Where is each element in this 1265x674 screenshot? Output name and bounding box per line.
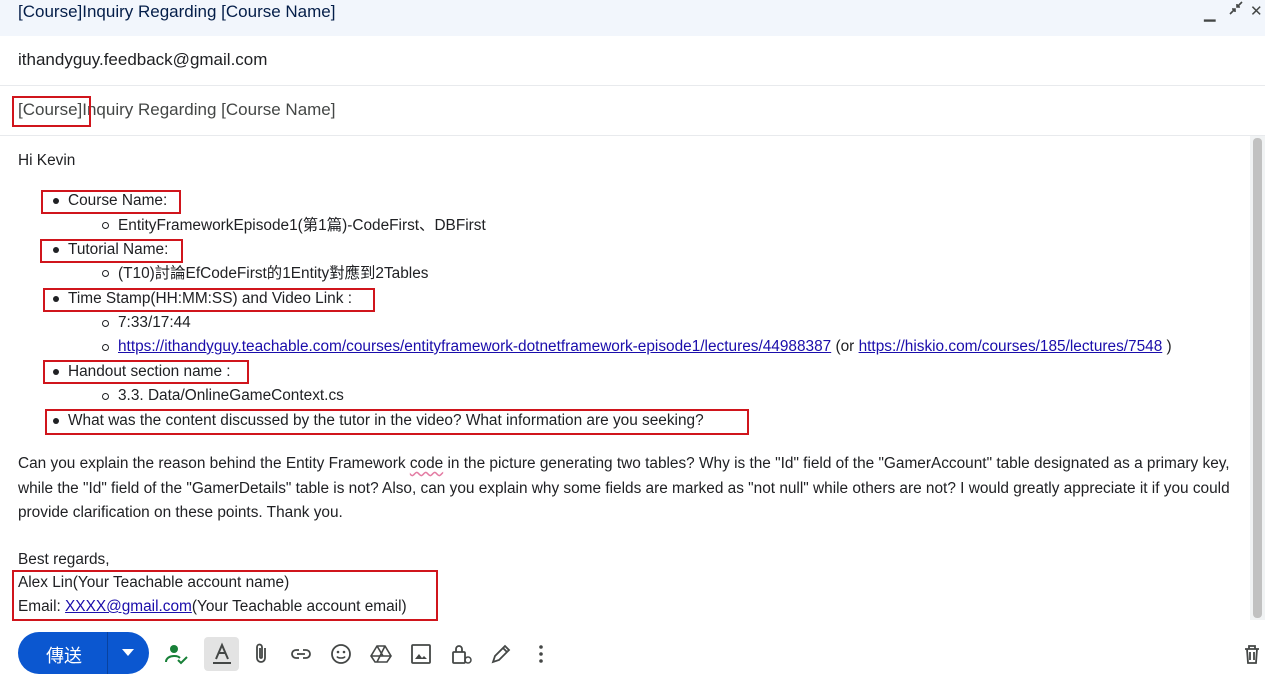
compose-title-bar: [Course]Inquiry Regarding [Course Name] …: [0, 0, 1265, 36]
message-body[interactable]: Hi Kevin Course Name: EntityFrameworkEpi…: [0, 136, 1250, 621]
item-handout-value: 3.3. Data/OnlineGameContext.cs: [118, 387, 344, 404]
window-title: [Course]Inquiry Regarding [Course Name]: [18, 2, 336, 21]
confidential-mode-icon[interactable]: [449, 642, 473, 666]
compose-toolbar: 傳送: [0, 620, 1265, 674]
send-button[interactable]: 傳送: [46, 642, 82, 668]
signature-pen-icon[interactable]: [489, 642, 513, 666]
body-scrollbar[interactable]: [1250, 136, 1265, 620]
hiskio-video-link[interactable]: https://hiskio.com/courses/185/lectures/…: [859, 338, 1163, 355]
question-paragraph: Can you explain the reason behind the En…: [18, 452, 1233, 526]
close-icon[interactable]: ✕: [1250, 0, 1263, 24]
send-button-group: 傳送: [18, 632, 149, 674]
google-drive-icon[interactable]: [369, 642, 393, 666]
send-divider: [107, 632, 108, 674]
more-options-icon[interactable]: [529, 642, 553, 666]
minimize-icon[interactable]: ▁: [1204, 2, 1216, 26]
insert-link-icon[interactable]: [289, 642, 313, 666]
sub-bullet-circle: [102, 344, 109, 351]
subject-rest: Inquiry Regarding [Course Name]: [82, 100, 336, 119]
link-end: ): [1162, 338, 1172, 355]
recipients-row[interactable]: ithandyguy.feedback@gmail.com: [0, 36, 1265, 86]
sub-bullet-circle: [102, 393, 109, 400]
insert-photo-icon[interactable]: [409, 642, 433, 666]
item-tutorial-name-value: (T10)討論EfCodeFirst的1Entity對應到2Tables: [118, 265, 429, 282]
sub-bullet-circle: [102, 270, 109, 277]
sub-bullet-circle: [102, 222, 109, 229]
cc-contacts-check-icon[interactable]: [164, 642, 188, 666]
para-before: Can you explain the reason behind the En…: [18, 455, 410, 472]
greeting: Hi Kevin: [18, 152, 76, 169]
sub-bullet-circle: [102, 320, 109, 327]
discard-draft-trash-icon[interactable]: [1240, 642, 1264, 666]
spellcheck-word[interactable]: code: [410, 455, 443, 472]
scrollbar-thumb[interactable]: [1253, 138, 1262, 618]
link-separator: (or: [831, 338, 859, 355]
highlight-box-course-name: [41, 190, 181, 214]
subject-row[interactable]: [Course]Inquiry Regarding [Course Name]: [0, 86, 1265, 136]
highlight-box-tutorial-name: [40, 239, 183, 263]
closing-line: Best regards,: [18, 551, 110, 568]
teachable-video-link[interactable]: https://ithandyguy.teachable.com/courses…: [118, 338, 831, 355]
schedule-send-dropdown-icon[interactable]: [122, 649, 134, 656]
emoji-icon[interactable]: [329, 642, 353, 666]
highlight-box-question: [45, 409, 749, 435]
item-course-name-value: EntityFrameworkEpisode1(第1篇)-CodeFirst、D…: [118, 217, 486, 234]
highlight-box-signature: [12, 570, 438, 621]
recipient-email[interactable]: ithandyguy.feedback@gmail.com: [18, 50, 267, 70]
item-timestamp-value: 7:33/17:44: [118, 314, 191, 331]
highlight-box-timestamp: [43, 288, 375, 312]
exit-fullscreen-icon[interactable]: [1228, 0, 1244, 24]
highlight-box-handout: [43, 360, 249, 384]
attach-file-icon[interactable]: [249, 642, 273, 666]
video-links-line: https://ithandyguy.teachable.com/courses…: [118, 337, 1172, 357]
highlight-box-subject-prefix: [12, 96, 91, 127]
formatting-options-icon[interactable]: [210, 642, 234, 666]
